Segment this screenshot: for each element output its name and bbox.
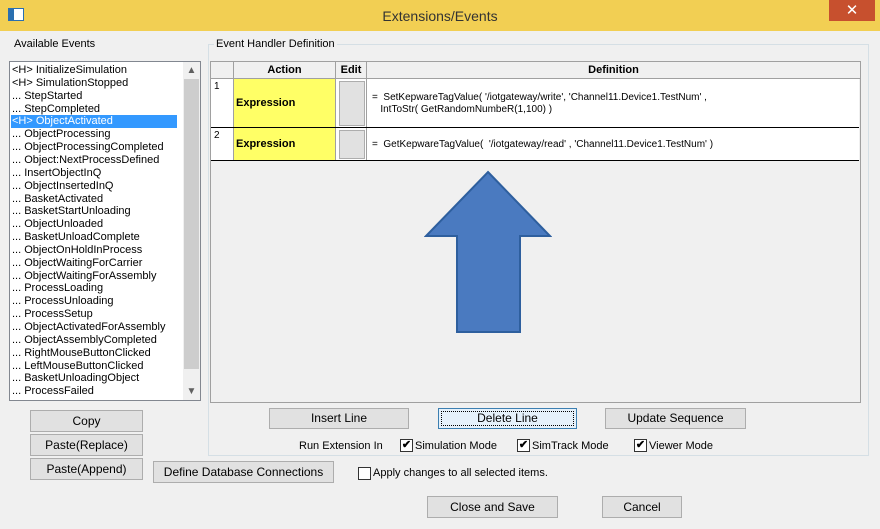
close-button[interactable]: ✕	[829, 0, 875, 21]
simulation-mode-checkbox[interactable]: ✔	[400, 439, 413, 452]
list-item[interactable]: ... ObjectWaitingForCarrier	[12, 257, 142, 270]
edit-button[interactable]	[339, 81, 365, 126]
list-item[interactable]: ... ProcessSetup	[12, 308, 93, 321]
handler-group-label: Event Handler Definition	[214, 38, 337, 50]
list-item[interactable]: ... BasketStartUnloading	[12, 205, 131, 218]
list-item[interactable]: ... ObjectProcessingCompleted	[12, 141, 164, 154]
action-cell[interactable]: Expression	[234, 128, 336, 160]
list-item[interactable]: ... ObjectProcessing	[12, 128, 110, 141]
list-item[interactable]: ... ProcessLoading	[12, 282, 103, 295]
list-item[interactable]: ... BasketUnloadingObject	[12, 372, 139, 385]
viewer-mode-checkbox[interactable]: ✔	[634, 439, 647, 452]
column-header-definition[interactable]: Definition	[367, 62, 860, 79]
apply-all-checkbox[interactable]	[358, 467, 371, 480]
list-item[interactable]: ... ObjectOnHoldInProcess	[12, 244, 142, 257]
row-number: 1	[211, 79, 234, 127]
list-item[interactable]: ... StepCompleted	[12, 103, 100, 116]
simtrack-mode-label: SimTrack Mode	[532, 440, 609, 452]
list-item[interactable]: ... ObjectActivatedForAssembly	[12, 321, 165, 334]
row-number: 2	[211, 128, 234, 160]
action-cell[interactable]: Expression	[234, 79, 336, 127]
list-item[interactable]: ... BasketActivated	[12, 193, 103, 206]
list-item[interactable]: ... StepStarted	[12, 90, 82, 103]
edit-cell	[336, 128, 367, 160]
paste-append-button[interactable]: Paste(Append)	[30, 458, 143, 480]
list-item[interactable]: ... ObjectUnloaded	[12, 218, 103, 231]
define-database-connections-button[interactable]: Define Database Connections	[153, 461, 334, 483]
cancel-button[interactable]: Cancel	[602, 496, 682, 518]
events-scrollbar[interactable]: ▲ ▼	[183, 62, 200, 400]
close-and-save-button[interactable]: Close and Save	[427, 496, 558, 518]
available-events-label: Available Events	[14, 38, 96, 50]
scroll-up-icon[interactable]: ▲	[183, 62, 200, 79]
list-item[interactable]: ... BasketUnloadComplete	[12, 231, 140, 244]
table-row[interactable]: 1 Expression = SetKepwareTagValue( '/iot…	[211, 79, 859, 128]
list-item[interactable]: ... RightMouseButtonClicked	[12, 347, 151, 360]
paste-replace-button[interactable]: Paste(Replace)	[30, 434, 143, 456]
insert-line-button[interactable]: Insert Line	[269, 408, 409, 429]
scroll-thumb[interactable]	[184, 79, 199, 369]
title-bar: Extensions/Events ✕	[0, 0, 880, 31]
copy-button[interactable]: Copy	[30, 410, 143, 432]
events-listbox[interactable]: <H> InitializeSimulation <H> SimulationSt…	[9, 61, 201, 401]
list-item[interactable]: ... ObjectInsertedInQ	[12, 180, 114, 193]
list-item[interactable]: ... ObjectAssemblyCompleted	[12, 334, 157, 347]
list-item[interactable]: ... ObjectWaitingForAssembly	[12, 270, 156, 283]
definition-cell[interactable]: = SetKepwareTagValue( '/iotgateway/write…	[367, 79, 857, 127]
column-header-edit[interactable]: Edit	[336, 62, 367, 79]
list-item[interactable]: <H> ObjectActivated	[11, 115, 177, 129]
grid-corner-header	[211, 62, 234, 79]
list-item[interactable]: <H> SimulationStopped	[12, 77, 128, 90]
list-item[interactable]: ... LeftMouseButtonClicked	[12, 360, 143, 373]
up-arrow-icon	[424, 170, 552, 333]
window-title: Extensions/Events	[382, 8, 498, 24]
list-item[interactable]: ... InsertObjectInQ	[12, 167, 101, 180]
table-row[interactable]: 2 Expression = GetKepwareTagValue( '/iot…	[211, 128, 859, 161]
delete-line-button[interactable]: Delete Line	[438, 408, 577, 429]
scroll-down-icon[interactable]: ▼	[183, 383, 200, 400]
definition-cell[interactable]: = GetKepwareTagValue( '/iotgateway/read'…	[367, 128, 857, 160]
list-item[interactable]: <H> InitializeSimulation	[12, 64, 127, 77]
column-header-action[interactable]: Action	[234, 62, 336, 79]
viewer-mode-label: Viewer Mode	[649, 440, 713, 452]
list-item[interactable]: ... Object:NextProcessDefined	[12, 154, 159, 167]
edit-cell	[336, 79, 367, 127]
edit-button[interactable]	[339, 130, 365, 159]
apply-all-label: Apply changes to all selected items.	[373, 467, 548, 479]
list-item[interactable]: ... ProcessFailed	[12, 385, 94, 398]
update-sequence-button[interactable]: Update Sequence	[605, 408, 746, 429]
run-extension-label: Run Extension In	[299, 440, 383, 452]
simulation-mode-label: Simulation Mode	[415, 440, 497, 452]
list-item[interactable]: ... ProcessUnloading	[12, 295, 114, 308]
simtrack-mode-checkbox[interactable]: ✔	[517, 439, 530, 452]
